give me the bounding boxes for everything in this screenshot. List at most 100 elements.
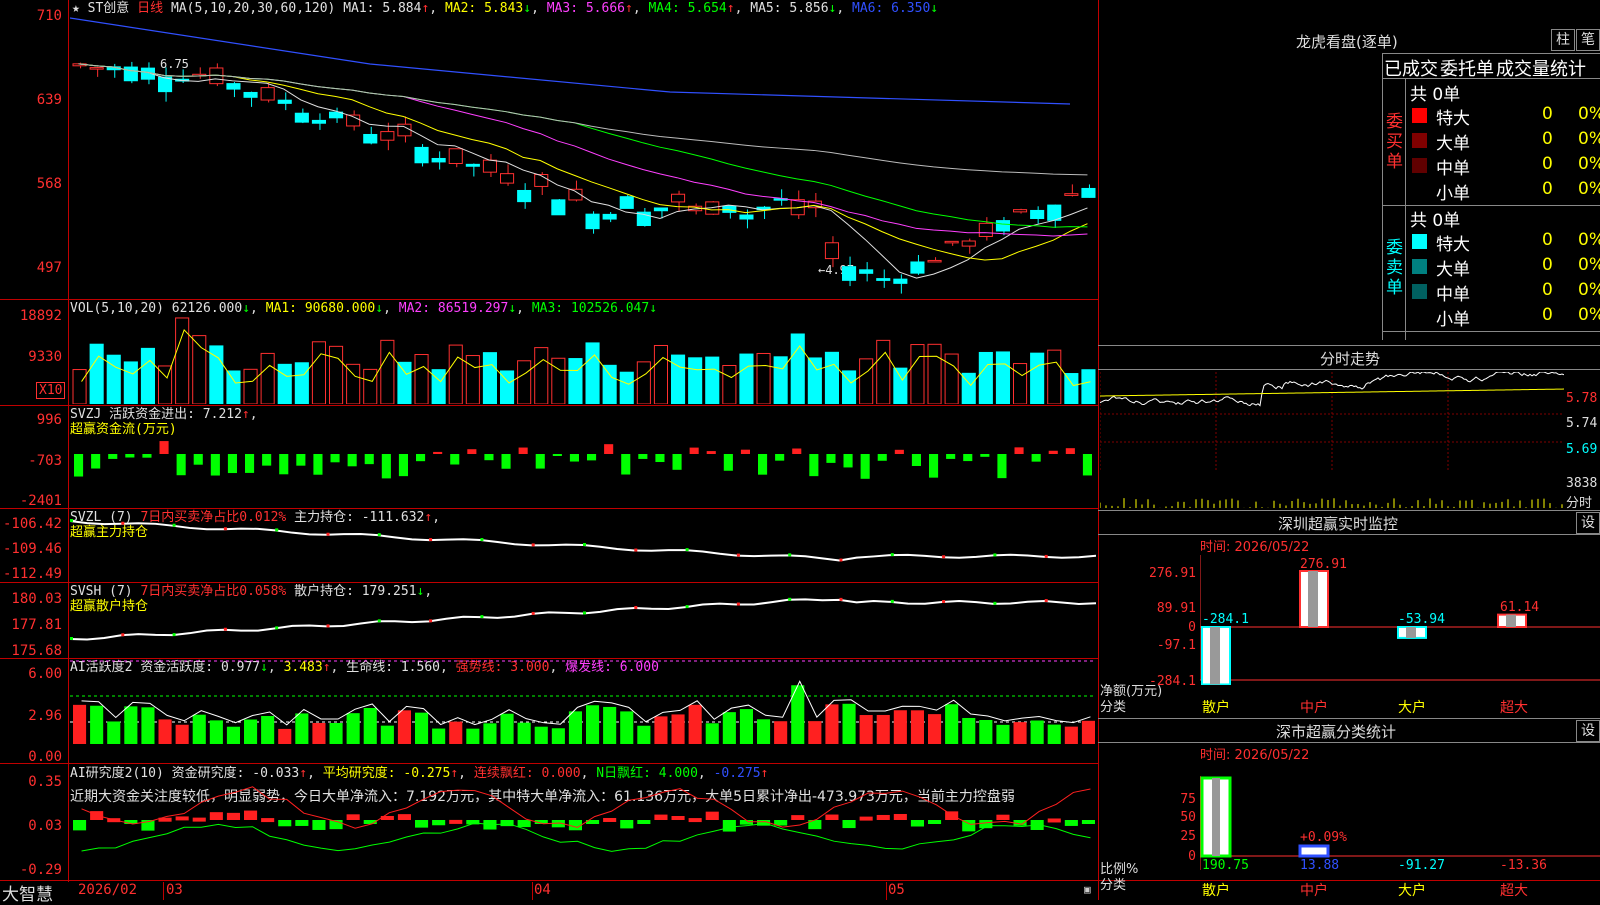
price-axis-tick: 639 <box>36 92 62 108</box>
volume-bar <box>294 362 309 404</box>
sell-side-label: 委卖单 <box>1386 238 1403 298</box>
svzj-bar <box>381 454 391 479</box>
candle <box>910 261 925 274</box>
research-bar <box>996 814 1010 820</box>
intraday-title: 分时走势 <box>1320 350 1381 368</box>
buy-row-count: 0 <box>1542 129 1553 149</box>
position-marker <box>223 527 227 531</box>
ma-line <box>78 63 1088 237</box>
candlestick-chart[interactable] <box>70 14 1096 298</box>
research-bar <box>312 820 326 830</box>
sell-row-name: 特大 <box>1436 235 1470 255</box>
volume-bar <box>944 353 959 404</box>
volume-bar <box>910 344 925 404</box>
volume-bar <box>431 369 446 404</box>
active-bar <box>808 721 822 744</box>
research-bar <box>295 820 309 826</box>
candle <box>961 240 976 247</box>
research-bar <box>945 811 959 820</box>
volume-bar <box>414 354 429 404</box>
candle <box>465 163 480 167</box>
research-bar <box>397 814 411 820</box>
active-bar <box>876 714 890 744</box>
cls-bar <box>1298 844 1330 858</box>
position-line <box>70 520 1096 562</box>
position-marker <box>736 602 740 606</box>
candle <box>500 173 515 184</box>
volume-bar <box>1047 349 1062 404</box>
volume-bar <box>140 347 156 404</box>
research-bar <box>1064 820 1078 826</box>
cls-stats-time: 时间: 2026/05/22 <box>1200 748 1310 763</box>
cls-axis-tick: 50 <box>1180 810 1196 825</box>
svzj-bar <box>894 449 904 454</box>
cls-value-label: 13.88 <box>1300 858 1340 873</box>
bar-mode-button[interactable]: 柱 <box>1551 29 1575 51</box>
svzj-bar <box>723 454 733 471</box>
sell-color-swatch <box>1412 259 1427 274</box>
volume-bar <box>859 358 874 404</box>
volume-bar <box>995 351 1011 404</box>
research-bar <box>261 818 275 823</box>
candle <box>260 87 275 101</box>
svzj-bar <box>809 454 819 477</box>
candle <box>243 91 258 98</box>
volume-bar <box>688 357 703 404</box>
active-bar <box>107 721 121 744</box>
active-bar <box>466 728 480 744</box>
active-bar <box>90 705 104 744</box>
active-bar <box>124 706 138 744</box>
position-marker <box>429 538 433 542</box>
candle <box>859 269 874 274</box>
position-marker <box>583 543 586 547</box>
active-bar <box>312 722 326 744</box>
active-bar <box>449 721 463 744</box>
volume-bar <box>756 352 771 404</box>
lock-icon[interactable]: ▣ <box>1084 883 1091 896</box>
candle <box>482 159 497 173</box>
active-bar <box>893 710 907 744</box>
buy-color-swatch <box>1412 183 1427 198</box>
svzj-bar <box>792 448 802 454</box>
active-bar <box>295 713 309 744</box>
svzj-bar <box>296 454 306 466</box>
volume-bar <box>1030 352 1045 404</box>
research-bar <box>1081 820 1095 824</box>
candle <box>978 222 993 237</box>
ai-research-axis-tick: 0.03 <box>28 818 62 834</box>
research-bar <box>449 819 463 824</box>
volume-bar <box>1013 363 1028 404</box>
vol-unit-badge: X10 <box>36 382 66 399</box>
intraday-tick: 分时 <box>1566 496 1593 511</box>
buy-row-pct: 0% <box>1578 154 1600 174</box>
active-bar <box>517 722 531 744</box>
candle <box>1064 193 1079 196</box>
sz-settings-button[interactable]: 设 <box>1576 512 1600 534</box>
volume-bar <box>619 371 634 404</box>
volume-bar <box>653 344 669 404</box>
candle <box>517 189 532 203</box>
active-bar <box>483 723 497 744</box>
volume-bar <box>534 347 549 404</box>
research-bar <box>226 812 240 820</box>
svzj-axis-tick: -2401 <box>19 493 62 509</box>
svzj-bar <box>843 454 853 468</box>
svzj-bar <box>758 454 768 475</box>
buy-row-pct: 0% <box>1578 129 1600 149</box>
sz-value-label: 276.91 <box>1300 557 1347 572</box>
volume-bar <box>329 345 344 404</box>
svzj-bar <box>621 454 631 475</box>
cls-axis-tick: 25 <box>1180 829 1196 844</box>
volume-bar <box>773 356 788 404</box>
intraday-chart[interactable] <box>1100 372 1564 508</box>
tick-mode-button[interactable]: 笔 <box>1576 29 1600 51</box>
sz-bar-shade <box>1406 627 1416 638</box>
research-bar <box>654 814 668 820</box>
candle <box>226 83 241 90</box>
volume-bar <box>551 357 566 404</box>
sz-value-label: -284.1 <box>1202 612 1249 627</box>
cls-settings-button[interactable]: 设 <box>1576 720 1600 742</box>
svsh-axis-tick: 175.68 <box>11 643 62 659</box>
volume-bar <box>739 353 754 404</box>
volume-bar <box>260 352 275 404</box>
